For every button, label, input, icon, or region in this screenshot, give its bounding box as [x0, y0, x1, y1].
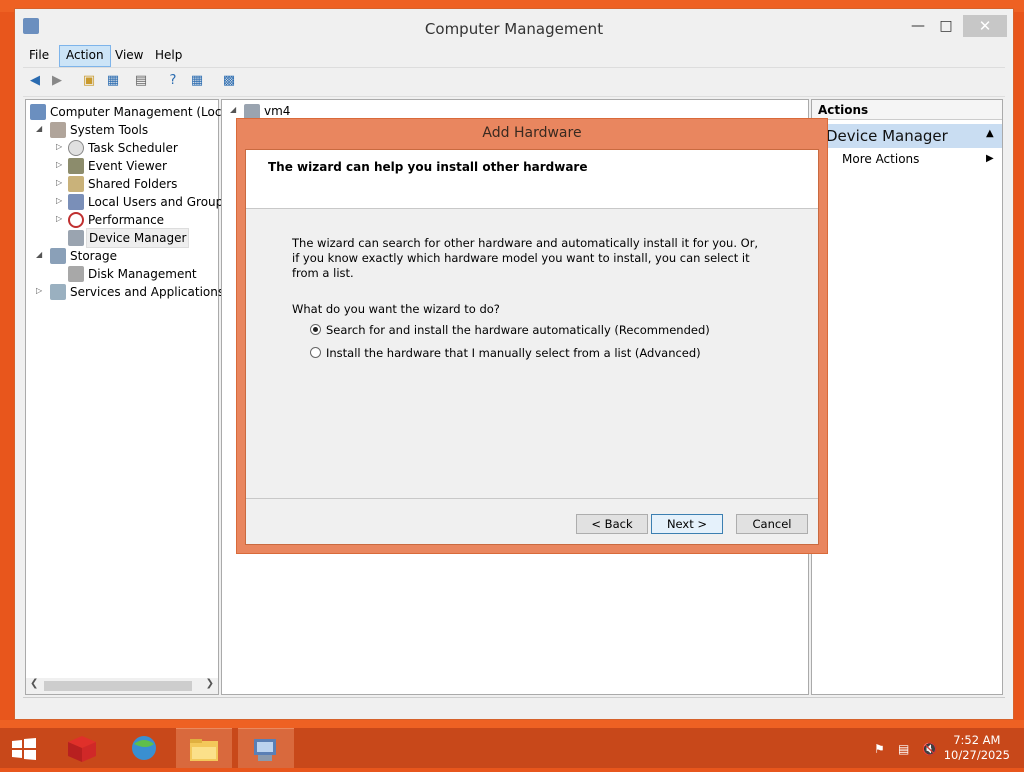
cancel-button[interactable]: Cancel — [736, 514, 808, 534]
desktop-stripe — [0, 720, 1024, 728]
window-title: Computer Management — [424, 20, 604, 38]
computer-management-icon — [254, 739, 276, 761]
menu-help[interactable]: Help — [149, 45, 188, 65]
tree-item-shared-folders[interactable]: Shared Folders — [88, 175, 177, 193]
taskbar-app-file-explorer[interactable] — [176, 728, 232, 768]
network-icon[interactable]: ▤ — [898, 742, 909, 756]
windows-logo-icon — [12, 738, 36, 760]
more-actions-item[interactable]: More Actions — [842, 152, 919, 166]
tree-item-task-scheduler[interactable]: Task Scheduler — [88, 139, 178, 157]
up-folder-icon[interactable]: ▣ — [79, 72, 99, 90]
tree-item-device-manager[interactable]: Device Manager — [86, 228, 190, 248]
submenu-arrow-icon: ▶ — [986, 153, 994, 164]
actions-pane: Actions Device Manager ▲ More Actions ▶ — [811, 99, 1003, 695]
system-clock[interactable]: 7:52 AM 10/27/2025 — [944, 733, 1010, 763]
performance-icon — [68, 212, 84, 228]
forward-arrow-icon[interactable]: ▶ — [47, 72, 67, 90]
tree-item-local-users-groups[interactable]: Local Users and Groups — [88, 193, 230, 211]
scroll-right-icon[interactable]: ❯ — [206, 678, 214, 689]
dialog-question: What do you want the wizard to do? — [292, 302, 500, 316]
tree-item-system-tools[interactable]: System Tools — [70, 121, 148, 139]
device-manager-icon — [68, 230, 84, 246]
tree-item-event-viewer[interactable]: Event Viewer — [88, 157, 167, 175]
minimize-button[interactable]: — — [903, 15, 933, 37]
toolbar: ◀ ▶ ▣ ▦ ▤ ? ▦ ▩ — [23, 67, 1005, 97]
radio-unselected-icon[interactable] — [310, 347, 321, 358]
collapse-triangle-icon[interactable]: ▷ — [56, 214, 66, 223]
tree-item-performance[interactable]: Performance — [88, 211, 164, 229]
tools-icon — [50, 122, 66, 138]
start-button[interactable] — [0, 728, 56, 768]
taskbar: ⚑ ▤ 🔇 7:52 AM 10/27/2025 — [0, 728, 1024, 768]
action-center-flag-icon[interactable]: ⚑ — [874, 742, 885, 756]
package-icon — [68, 736, 96, 762]
scroll-left-icon[interactable]: ❮ — [30, 678, 38, 689]
dialog-body: The wizard can help you install other ha… — [245, 149, 819, 545]
folder-icon — [190, 739, 218, 761]
menu-view[interactable]: View — [109, 45, 149, 65]
actions-header: Actions — [812, 100, 1002, 120]
title-bar: Computer Management — □ ✕ — [15, 9, 1013, 45]
event-viewer-icon — [68, 158, 84, 174]
back-arrow-icon[interactable]: ◀ — [25, 72, 45, 90]
expand-triangle-icon[interactable]: ◢ — [36, 124, 46, 133]
disk-management-icon — [68, 266, 84, 282]
menu-action[interactable]: Action — [59, 45, 111, 67]
collapse-up-icon[interactable]: ▲ — [986, 128, 994, 139]
computer-management-icon — [30, 104, 46, 120]
dialog-heading: The wizard can help you install other ha… — [268, 160, 588, 174]
browser-globe-icon — [132, 736, 156, 760]
collapse-triangle-icon[interactable]: ▷ — [56, 196, 66, 205]
tree-item-storage[interactable]: Storage — [70, 247, 117, 265]
users-icon — [68, 194, 84, 210]
footer-divider — [246, 498, 818, 499]
status-bar — [23, 697, 1005, 718]
collapse-triangle-icon[interactable]: ▷ — [56, 178, 66, 187]
maximize-button[interactable]: □ — [931, 15, 961, 37]
properties-icon[interactable]: ▤ — [131, 72, 151, 90]
volume-muted-icon[interactable]: 🔇 — [922, 742, 937, 756]
show-hide-tree-icon[interactable]: ▦ — [103, 72, 123, 90]
expand-triangle-icon[interactable]: ◢ — [230, 105, 240, 114]
back-button[interactable]: < Back — [576, 514, 648, 534]
storage-icon — [50, 248, 66, 264]
taskbar-app-computer-management[interactable] — [238, 728, 294, 768]
services-icon — [50, 284, 66, 300]
collapse-triangle-icon[interactable]: ▷ — [56, 142, 66, 151]
tree-item-services-applications[interactable]: Services and Applications — [70, 283, 224, 301]
dialog-description: The wizard can search for other hardware… — [292, 236, 759, 280]
tree-root[interactable]: Computer Management (Local — [50, 103, 232, 121]
scan-hardware-icon[interactable]: ▩ — [219, 72, 239, 90]
radio-selected-icon[interactable] — [310, 324, 321, 335]
option-manual-select-label[interactable]: Install the hardware that I manually sel… — [326, 345, 701, 361]
collapse-triangle-icon[interactable]: ▷ — [36, 286, 46, 295]
clock-icon — [68, 140, 84, 156]
actions-section-device-manager[interactable]: Device Manager — [812, 124, 1002, 148]
horizontal-scrollbar[interactable]: ❮ ❯ — [26, 678, 218, 694]
tree-item-disk-management[interactable]: Disk Management — [88, 265, 197, 283]
expand-triangle-icon[interactable]: ◢ — [36, 250, 46, 259]
scrollbar-thumb[interactable] — [44, 681, 192, 691]
tree-pane: Computer Management (Local ◢ System Tool… — [25, 99, 232, 695]
help-icon[interactable]: ? — [163, 72, 183, 90]
clock-time: 7:52 AM — [953, 733, 1001, 747]
add-hardware-dialog: Add Hardware The wizard can help you ins… — [236, 118, 828, 554]
close-button[interactable]: ✕ — [963, 15, 1007, 37]
taskbar-app-browser[interactable] — [116, 728, 172, 768]
menu-file[interactable]: File — [23, 45, 55, 65]
dialog-title: Add Hardware — [482, 125, 582, 141]
dialog-header: The wizard can help you install other ha… — [246, 150, 818, 209]
clock-date: 10/27/2025 — [943, 748, 1010, 762]
next-button[interactable]: Next > — [651, 514, 723, 534]
option-auto-install-label[interactable]: Search for and install the hardware auto… — [326, 322, 710, 338]
show-action-pane-icon[interactable]: ▦ — [187, 72, 207, 90]
taskbar-app-package[interactable] — [54, 728, 110, 768]
shared-folders-icon — [68, 176, 84, 192]
collapse-triangle-icon[interactable]: ▷ — [56, 160, 66, 169]
